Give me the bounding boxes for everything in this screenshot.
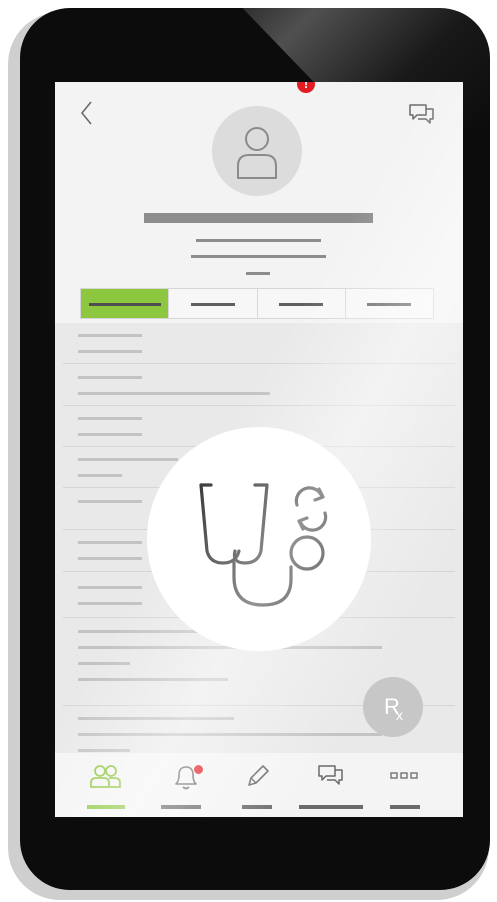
alert-badge: ! (297, 82, 315, 93)
list-item-subtitle (78, 474, 122, 477)
nav-messages[interactable] (295, 753, 365, 817)
nav-indicator (390, 805, 420, 809)
list-item-subtitle (78, 433, 142, 436)
list-item-subtitle (78, 662, 130, 665)
overlay-circle (147, 427, 371, 651)
nav-more[interactable] (380, 753, 430, 817)
more-dots-icon (390, 772, 418, 779)
nav-notifications[interactable] (155, 753, 215, 817)
list-item-title (78, 541, 142, 544)
list-item-title (78, 500, 142, 503)
tab-overview[interactable] (81, 289, 170, 318)
list-item-subtitle (78, 733, 382, 736)
list-item-subtitle (78, 749, 130, 752)
nav-patients[interactable] (75, 753, 135, 817)
patient-detail-line (196, 239, 321, 242)
notification-dot (194, 765, 203, 774)
user-silhouette-icon (237, 127, 277, 179)
patient-detail-line (191, 255, 326, 258)
stethoscope-refresh-icon (199, 483, 328, 607)
nav-edit[interactable] (235, 753, 285, 817)
list-item-subtitle (78, 557, 142, 560)
list-item-title (78, 334, 142, 337)
tab-bar (80, 288, 434, 319)
pencil-icon (248, 765, 269, 786)
nav-indicator (161, 805, 201, 809)
app-screen: ! R x (55, 82, 463, 817)
nav-active-indicator (87, 805, 125, 809)
chat-bubbles-icon[interactable] (408, 102, 436, 126)
chat-icon (318, 765, 343, 785)
nav-indicator (242, 805, 272, 809)
people-icon (90, 765, 121, 788)
list-divider (63, 405, 455, 406)
chevron-left-icon[interactable] (79, 100, 95, 126)
list-item-title (78, 417, 142, 420)
list-item-title (78, 586, 142, 589)
list-item-title (78, 717, 234, 720)
prescription-fab[interactable]: R x (363, 677, 423, 737)
list-divider (63, 363, 455, 364)
list-item-subtitle (78, 602, 142, 605)
tab-two[interactable] (169, 289, 258, 318)
bottom-navigation (55, 753, 463, 817)
patient-detail-line (246, 272, 270, 275)
prescription-rx-icon: R x (384, 694, 403, 723)
list-item-subtitle (78, 350, 142, 353)
list-item-subtitle (78, 392, 270, 395)
fab-sublabel: x (396, 707, 403, 723)
tab-four[interactable] (346, 289, 433, 318)
tab-three[interactable] (258, 289, 346, 318)
list-item-subtitle (78, 678, 228, 681)
nav-indicator (299, 805, 363, 809)
list-item-title (78, 376, 142, 379)
avatar[interactable] (212, 106, 302, 196)
patient-name-placeholder (144, 213, 373, 223)
